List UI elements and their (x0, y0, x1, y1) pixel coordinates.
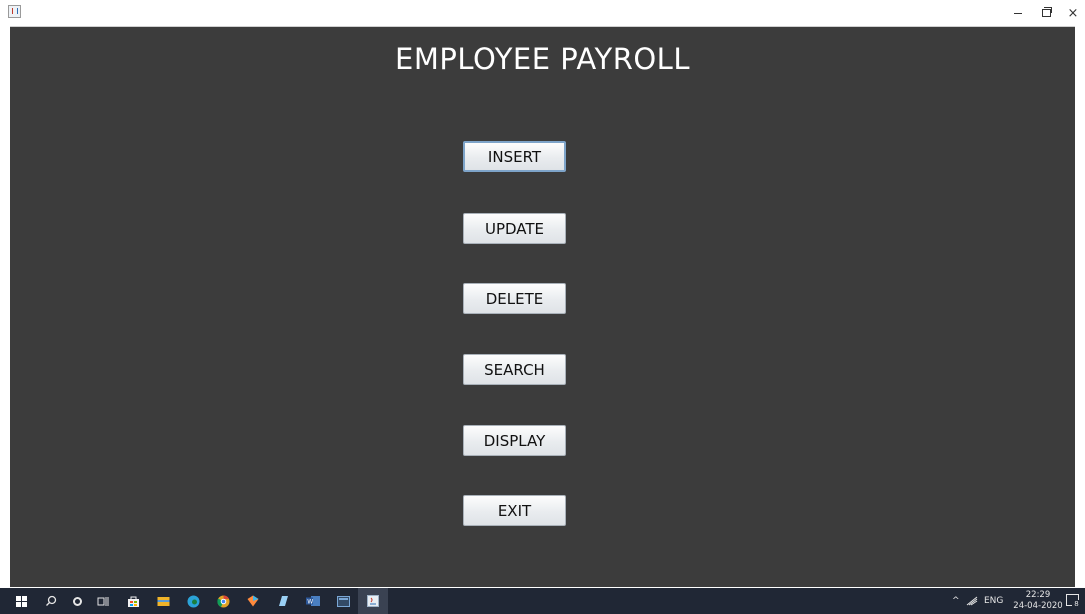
app-notebook-icon (279, 596, 288, 606)
app-notebook-button[interactable] (268, 588, 298, 614)
clock[interactable]: 22:29 24-04-2020 (1013, 590, 1063, 612)
update-button[interactable]: UPDATE (463, 213, 566, 244)
maximize-button[interactable] (1032, 0, 1060, 26)
tray-chevron[interactable]: ^ (952, 588, 960, 614)
page-title: EMPLOYEE PAYROLL (395, 42, 690, 76)
file-explorer-button[interactable] (148, 588, 178, 614)
java-app-icon (367, 595, 379, 607)
app-window-button[interactable] (328, 588, 358, 614)
restore-icon (1041, 7, 1052, 17)
edge-icon (187, 595, 199, 607)
app-frame: EMPLOYEE PAYROLL INSERT UPDATE DELETE SE… (10, 26, 1075, 587)
cortana-icon (72, 596, 82, 606)
chevron-up-icon: ^ (952, 596, 960, 606)
language-indicator[interactable]: ENG (984, 588, 1003, 614)
store-icon (127, 596, 139, 607)
close-icon: × (1067, 5, 1079, 21)
wifi-status[interactable] (966, 588, 978, 614)
search-icon (46, 595, 57, 606)
java-app-taskbar-button[interactable] (358, 588, 388, 614)
exit-button[interactable]: EXIT (463, 495, 566, 526)
svg-text:W: W (307, 598, 313, 605)
minimize-icon (1014, 12, 1022, 14)
task-view-button[interactable] (88, 588, 118, 614)
delete-button[interactable]: DELETE (463, 283, 566, 314)
window-titlebar: × (0, 0, 1085, 26)
start-icon (15, 595, 27, 607)
file-explorer-icon (157, 596, 169, 606)
start-button[interactable] (6, 588, 36, 614)
chrome-icon (216, 594, 229, 607)
app-gem-button[interactable] (238, 588, 268, 614)
app-gem-icon (247, 595, 259, 607)
display-button[interactable]: DISPLAY (463, 425, 566, 456)
notification-count: 8 (1072, 600, 1081, 609)
search-button[interactable]: SEARCH (463, 354, 566, 385)
word-icon: W (306, 596, 320, 606)
store-button[interactable] (118, 588, 148, 614)
insert-button[interactable]: INSERT (463, 141, 566, 172)
chrome-button[interactable] (208, 588, 238, 614)
minimize-button[interactable] (1004, 0, 1032, 26)
language-label: ENG (984, 596, 1004, 606)
taskbar: W (0, 588, 1085, 614)
task-view-icon (97, 596, 109, 606)
clock-date: 24-04-2020 (1013, 601, 1063, 611)
java-app-icon (8, 5, 21, 18)
clock-time: 22:29 (1025, 590, 1051, 600)
word-button[interactable]: W (298, 588, 328, 614)
edge-button[interactable] (178, 588, 208, 614)
wifi-icon (966, 596, 978, 606)
close-button[interactable]: × (1059, 0, 1085, 26)
app-window-icon (336, 595, 350, 607)
